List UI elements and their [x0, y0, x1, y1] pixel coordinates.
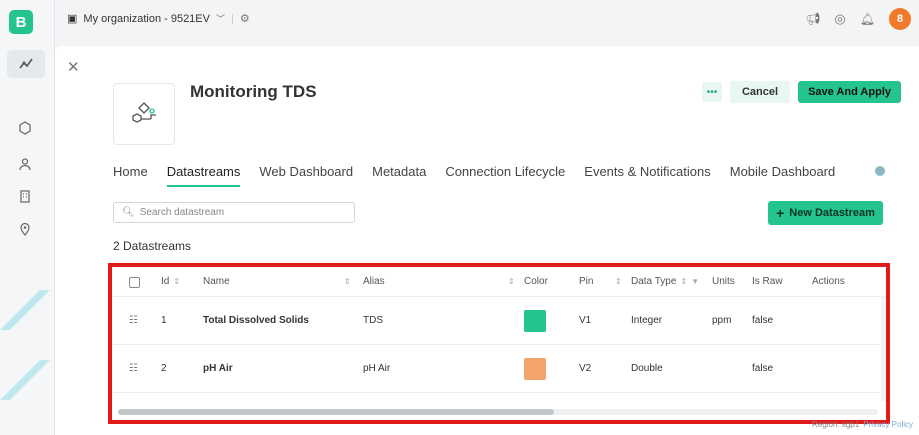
locations-nav-icon[interactable] [14, 218, 36, 240]
search-icon: 🔍︎ [122, 207, 135, 218]
template-panel: ✕ Monitoring TDS ••• Cancel Save And App… [55, 46, 919, 435]
datastreams-table: Id ⇕ Name ⇕ Alias ⇕ Color Pin ⇕ Data Type… [108, 263, 890, 424]
filter-icon[interactable]: ▼ [691, 277, 699, 286]
col-name[interactable]: Name [203, 276, 230, 287]
org-name: My organization - 9521EV [83, 12, 210, 25]
col-data-type[interactable]: Data Type ⇕ ▼ [631, 276, 699, 287]
avatar[interactable]: 8 [889, 8, 911, 30]
gear-icon[interactable]: ⚙ [240, 12, 250, 25]
tab-web-dashboard[interactable]: Web Dashboard [259, 164, 353, 187]
cell-data-type: Double [631, 363, 663, 374]
col-id-label: Id [161, 276, 170, 287]
tab-bar: Home Datastreams Web Dashboard Metadata … [113, 164, 835, 187]
org-selector[interactable]: ▣ My organization - 9521EV ﹀ | ⚙ [67, 12, 250, 26]
app-frame: B ▣ My organization - 9521EV ﹀ | ⚙ 📢︎ ◎ … [0, 0, 919, 435]
cell-is-raw: false [752, 315, 774, 326]
select-all-checkbox[interactable] [129, 277, 140, 288]
scrollbar-thumb[interactable] [118, 409, 554, 415]
help-icon[interactable]: ◎ [834, 11, 845, 27]
cell-alias: TDS [363, 315, 383, 326]
table-row[interactable]: ☷ 2 pH Air pH Air V2 Double false [112, 345, 886, 393]
chevron-down-icon: ﹀ [215, 14, 225, 24]
cell-is-raw: false [752, 363, 774, 374]
tab-mobile-dashboard[interactable]: Mobile Dashboard [730, 164, 836, 187]
cell-units: ppm [712, 315, 732, 326]
left-sidebar: B [0, 0, 55, 435]
color-swatch [524, 310, 546, 332]
cell-id: 1 [161, 315, 167, 326]
device-template-icon [132, 102, 156, 123]
users-nav-icon[interactable] [14, 153, 36, 175]
app-logo[interactable]: B [9, 10, 33, 34]
sort-icon: ⇕ [173, 277, 181, 286]
col-is-raw[interactable]: Is Raw [752, 276, 783, 287]
cell-name[interactable]: pH Air [203, 363, 233, 374]
building-icon: ▣ [67, 13, 78, 25]
cell-alias: pH Air [363, 363, 391, 374]
background-decoration [0, 290, 50, 400]
divider: | [231, 12, 234, 25]
col-pin[interactable]: Pin [579, 276, 593, 287]
tab-events-notifications[interactable]: Events & Notifications [584, 164, 710, 187]
close-icon[interactable]: ✕ [67, 58, 80, 76]
region-text: Region: sgp1 [812, 420, 860, 429]
megaphone-icon[interactable]: 📢︎ [805, 12, 820, 26]
col-data-type-label: Data Type [631, 276, 677, 287]
sort-icon[interactable]: ⇕ [615, 277, 622, 286]
template-image[interactable] [113, 83, 175, 145]
templates-nav-icon[interactable] [7, 50, 45, 78]
cell-name[interactable]: Total Dissolved Solids [203, 315, 309, 326]
tab-home[interactable]: Home [113, 164, 148, 187]
col-actions: Actions [812, 276, 845, 287]
bell-icon[interactable]: 🔔︎ [860, 12, 875, 26]
tab-metadata[interactable]: Metadata [372, 164, 426, 187]
datastream-count: 2 Datastreams [113, 239, 192, 253]
cell-data-type: Integer [631, 315, 663, 326]
privacy-policy-link[interactable]: Privacy Policy [863, 420, 913, 429]
devices-nav-icon[interactable] [14, 117, 36, 139]
color-swatch [524, 358, 546, 380]
sort-icon[interactable]: ⇕ [508, 277, 515, 286]
row-drag-icon[interactable]: ☷ [129, 315, 138, 326]
page-title: Monitoring TDS [190, 82, 317, 101]
cell-pin: V2 [579, 363, 592, 374]
new-datastream-button[interactable]: + New Datastream [768, 201, 883, 225]
organizations-nav-icon[interactable] [14, 185, 36, 207]
row-drag-icon[interactable]: ☷ [129, 363, 138, 374]
table-header: Id ⇕ Name ⇕ Alias ⇕ Color Pin ⇕ Data Type… [112, 267, 886, 297]
col-color[interactable]: Color [524, 276, 548, 287]
vertical-scrollbar[interactable] [881, 297, 886, 401]
info-icon[interactable] [875, 166, 885, 176]
save-and-apply-button[interactable]: Save And Apply [798, 81, 901, 103]
sort-icon[interactable]: ⇕ [344, 277, 351, 286]
header-actions: ••• Cancel Save And Apply [701, 81, 901, 103]
search-placeholder: Search datastream [139, 207, 225, 218]
more-button[interactable]: ••• [701, 82, 722, 102]
cell-id: 2 [161, 363, 167, 374]
horizontal-scrollbar[interactable] [118, 409, 878, 415]
tab-connection-lifecycle[interactable]: Connection Lifecycle [445, 164, 565, 187]
new-datastream-label: New Datastream [789, 207, 875, 219]
col-alias[interactable]: Alias [363, 276, 385, 287]
col-id[interactable]: Id ⇕ [161, 276, 180, 287]
table-row[interactable]: ☷ 1 Total Dissolved Solids TDS V1 Intege… [112, 297, 886, 345]
col-units[interactable]: Units [712, 276, 735, 287]
sort-icon: ⇕ [680, 277, 688, 286]
top-right-actions: 📢︎ ◎ 🔔︎ 8 [805, 8, 911, 30]
cell-pin: V1 [579, 315, 592, 326]
plus-icon: + [776, 205, 785, 221]
footer: Region: sgp1 Privacy Policy [812, 420, 913, 429]
top-bar: ▣ My organization - 9521EV ﹀ | ⚙ 📢︎ ◎ 🔔︎… [55, 0, 919, 38]
cancel-button[interactable]: Cancel [729, 81, 791, 103]
tab-datastreams[interactable]: Datastreams [166, 164, 241, 187]
search-input[interactable]: 🔍︎ Search datastream [113, 202, 355, 223]
